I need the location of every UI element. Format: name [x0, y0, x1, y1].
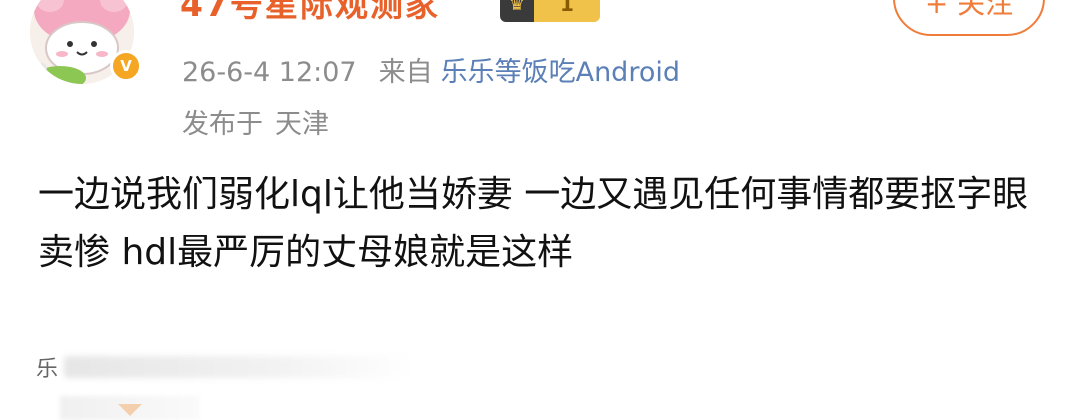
comment-preview-blurred[interactable]: 乐	[36, 350, 416, 384]
location-place: 天津	[275, 109, 329, 140]
location-prefix: 发布于	[182, 109, 263, 140]
source-link[interactable]: 乐乐等饭吃Android	[441, 50, 680, 89]
blurred-text-bar	[64, 356, 416, 378]
weibo-post-card: V 47号星际观测家 ♛ 1 + 关注 26-6-4 12:07 来自 乐乐等饭…	[0, 0, 1080, 420]
post-source-group: 来自 乐乐等饭吃Android	[379, 50, 680, 89]
post-meta: 26-6-4 12:07 来自 乐乐等饭吃Android	[182, 50, 680, 89]
post-body-text: 一边说我们弱化lql让他当娇妻 一边又遇见任何事情都要抠字眼卖惨 hdl最严厉的…	[38, 174, 1029, 273]
level-badge[interactable]: ♛ 1	[500, 0, 600, 22]
verified-badge-icon: V	[110, 50, 142, 82]
chevron-down-icon[interactable]	[118, 404, 142, 416]
post-location: 发布于 天津	[182, 102, 329, 141]
verified-mark: V	[120, 57, 132, 75]
source-prefix: 来自	[378, 57, 433, 88]
comment-preview-first-char: 乐	[36, 357, 59, 382]
post-timestamp: 26-6-4 12:07	[182, 57, 357, 88]
crown-icon: ♛	[508, 0, 526, 15]
author-name[interactable]: 47号星际观测家	[180, 0, 440, 26]
level-number: 1	[560, 0, 574, 16]
follow-button[interactable]: + 关注	[893, 0, 1045, 36]
